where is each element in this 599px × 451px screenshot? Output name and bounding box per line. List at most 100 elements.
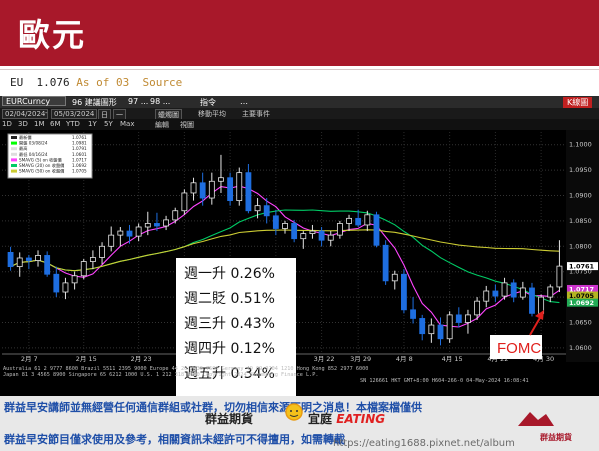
bloomberg-terminal: EURCurncy 96 建議圖形 97 ... 98 ... 指令 … K線圖… <box>0 96 599 396</box>
candle-body <box>382 244 389 282</box>
candle-body <box>227 177 234 201</box>
candle-body <box>144 223 151 228</box>
security-field[interactable]: EURCurncy <box>2 96 66 106</box>
brand-eat-word: EATING <box>336 412 386 426</box>
legend-swatch <box>11 164 17 167</box>
candle-body <box>117 230 124 236</box>
y-tick-label: 1.0900 <box>569 192 592 200</box>
candle-body <box>492 290 499 297</box>
candle-body <box>455 314 462 323</box>
candle-body <box>62 282 69 293</box>
candle-body <box>346 217 352 224</box>
tab-kline[interactable]: K線圖 <box>563 97 593 108</box>
quote-value: 1.076 <box>36 76 70 89</box>
capital-logo-icon <box>518 412 554 426</box>
candle-body <box>474 300 481 316</box>
candle-body <box>291 223 298 240</box>
candle-body <box>364 214 371 226</box>
candle-body <box>410 309 416 319</box>
x-tick-label: 4月 15 <box>442 355 463 363</box>
legend-swatch <box>11 169 17 173</box>
y-tick-label: 1.1000 <box>569 141 592 149</box>
period-max[interactable]: Max <box>120 120 134 128</box>
candle-body <box>208 180 215 199</box>
candle-body <box>282 223 288 229</box>
range-end-input[interactable]: 05/03/2024 <box>51 109 98 119</box>
chart-legend: 最新價 1.0761開盤 03/08/24 1.0981最高 1.0791最低 04/… <box>7 133 93 179</box>
period-ytd[interactable]: YTD <box>66 120 80 128</box>
banner-divider <box>0 66 599 70</box>
candle-body <box>80 261 87 277</box>
candle-body <box>263 205 270 217</box>
corner-brand-label: 群益期貨 <box>540 433 572 442</box>
candle-body <box>245 172 252 212</box>
range-bar: 02/04/2024 - 05/03/2024 日 一 蠟燭圖 移動平均 主要事… <box>0 108 599 121</box>
candle-body <box>519 287 526 298</box>
fomc-label: FOMC <box>497 340 541 357</box>
candle-body <box>556 265 563 288</box>
candle-body <box>501 282 508 297</box>
candle-body <box>190 182 197 194</box>
candle-body <box>547 286 554 298</box>
period-1y[interactable]: 1Y <box>88 120 97 128</box>
candle-body <box>126 230 133 237</box>
x-tick-label: 4月 8 <box>396 355 413 363</box>
legend-value: 1.0692 <box>72 163 87 168</box>
candle-body <box>437 324 444 340</box>
y-tick-label: 1.0950 <box>569 166 592 174</box>
return-wed: 週三升 0.43% <box>184 316 275 332</box>
edit-button[interactable]: 編輯 <box>155 120 169 130</box>
candle-body <box>99 245 105 258</box>
candle-body <box>71 275 78 284</box>
candle-body <box>272 215 279 229</box>
price-chart[interactable]: 1.10001.09501.09001.08501.08001.07501.07… <box>0 130 599 396</box>
candle-body <box>89 257 96 262</box>
period-6m[interactable]: 6M <box>50 120 61 128</box>
candle-body <box>510 282 517 298</box>
legend-swatch <box>11 158 17 162</box>
legend-value: 1.0791 <box>72 146 87 151</box>
legend-value: 1.0601 <box>72 152 87 157</box>
disclaimer-line-3: SN 126661 HKT GMT+8:00 H604-266-0 04-May… <box>360 378 529 384</box>
legend-swatch <box>11 141 17 145</box>
candle-body <box>172 210 179 221</box>
candle-body <box>163 219 169 227</box>
candle-body <box>35 255 41 261</box>
return-thu: 週四升 0.12% <box>184 341 275 357</box>
toolbar-btn-98[interactable]: 98 ... <box>150 97 170 106</box>
legend-swatch <box>11 152 17 156</box>
candle-body <box>53 273 60 293</box>
candle-body <box>199 182 206 199</box>
zoom-menu[interactable]: … <box>240 97 248 106</box>
move-average-checkbox[interactable]: 移動平均 <box>198 109 226 119</box>
toolbar-btn-97[interactable]: 97 ... <box>128 97 148 106</box>
slide-title: 歐元 <box>18 16 87 54</box>
quote-source: Source <box>142 76 183 89</box>
x-tick-label: 3月 29 <box>350 355 371 363</box>
period-3d[interactable]: 3D <box>18 120 28 128</box>
y-axis: 1.10001.09501.09001.08501.08001.07501.07… <box>566 130 599 362</box>
candle-body <box>355 217 362 226</box>
candle-body <box>428 324 435 335</box>
title-banner: 歐元 <box>0 0 599 66</box>
period-5y[interactable]: 5Y <box>104 120 113 128</box>
candle-body <box>254 205 261 212</box>
candle-body <box>529 287 535 314</box>
period-1d[interactable]: 1D <box>2 120 12 128</box>
sun-mascot-icon <box>285 403 303 421</box>
candle-body <box>419 318 426 335</box>
view-button[interactable]: 視圖 <box>180 120 194 130</box>
legend-value: 1.0761 <box>72 135 87 140</box>
candle-body <box>154 223 160 227</box>
price-badge-label: 1.0692 <box>569 299 594 307</box>
toolbar-btn-96[interactable]: 96 建議圖形 <box>72 97 117 108</box>
period-1m[interactable]: 1M <box>34 120 45 128</box>
annotation-checkbox[interactable]: 主要事件 <box>242 109 270 119</box>
indicator-menu[interactable]: 指令 <box>200 97 216 108</box>
candle-body <box>465 314 471 323</box>
footer-disclaimer-2: 群益早安節目僅求使用及參考，相關資訊未經許可不得擅用，如需轉載 <box>4 433 345 446</box>
legend-swatch <box>11 136 17 139</box>
legend-swatch <box>11 147 17 151</box>
range-start-input[interactable]: 02/04/2024 <box>2 109 49 119</box>
return-tue: 週二貶 0.51% <box>184 291 275 307</box>
